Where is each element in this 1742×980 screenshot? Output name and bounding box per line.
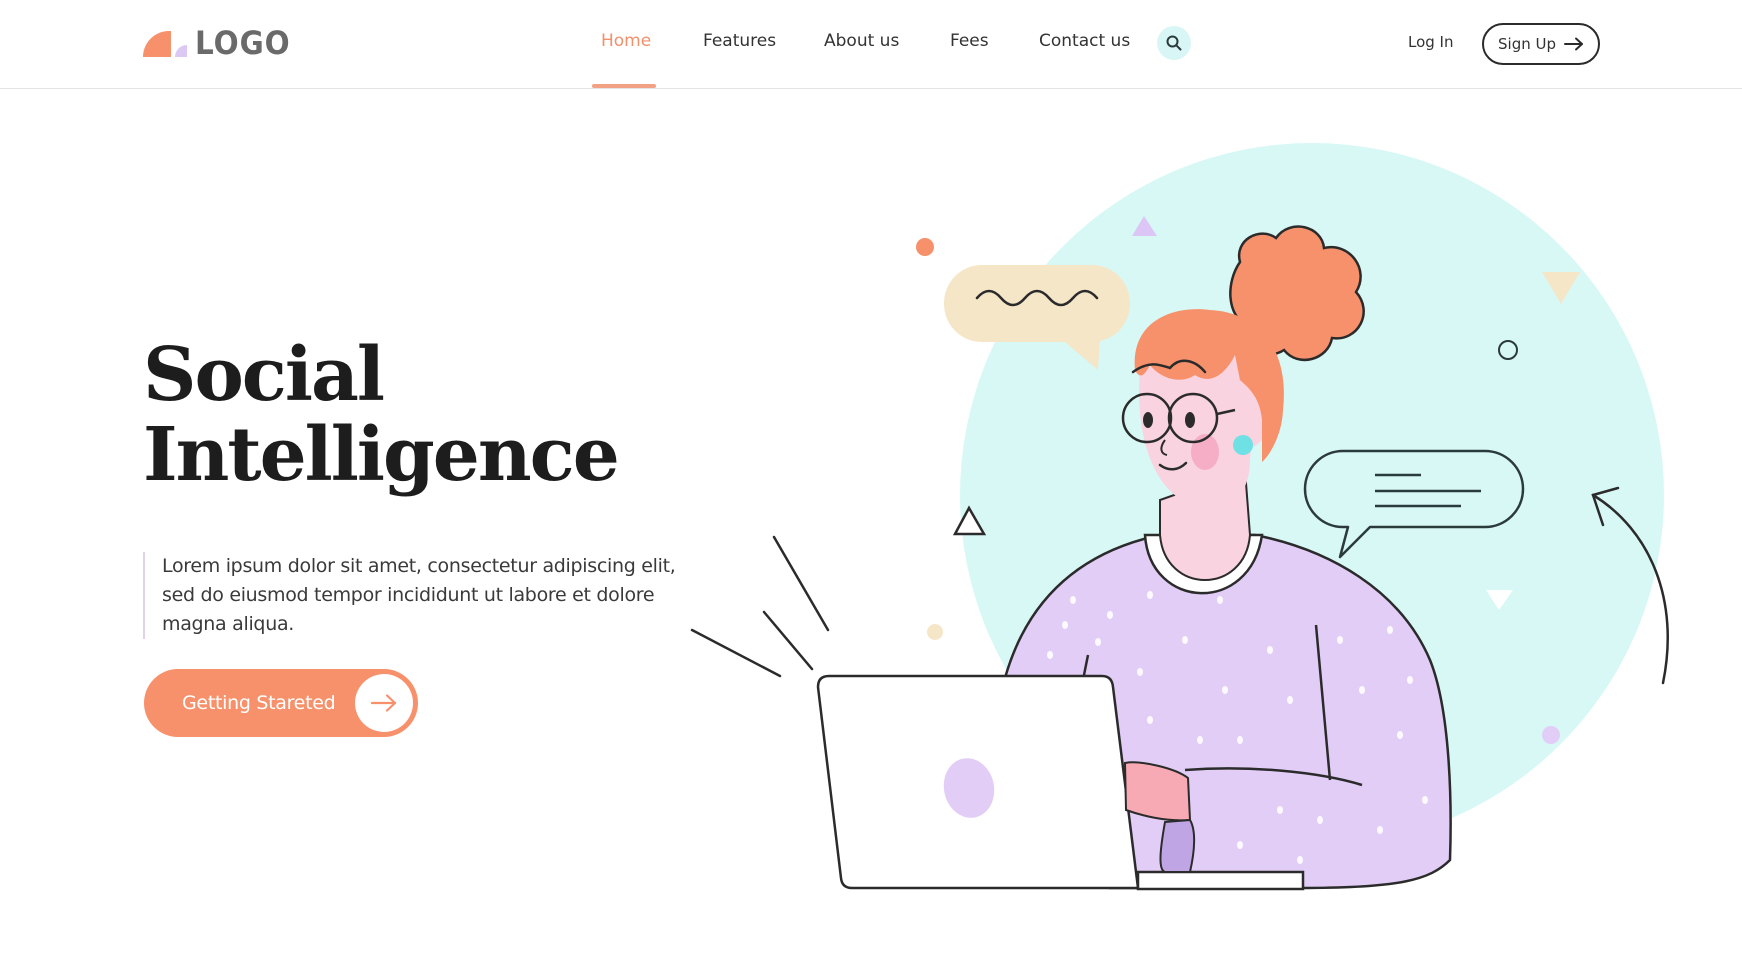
- arrow-right-icon: [370, 694, 397, 712]
- sweater: [1003, 533, 1452, 890]
- hero-description: Lorem ipsum dolor sit amet, consectetur …: [143, 552, 702, 639]
- cta-arrow-circle: [355, 674, 413, 732]
- neck: [1159, 468, 1252, 581]
- cta-label: Getting Stareted: [182, 692, 336, 714]
- signup-button[interactable]: Sign Up: [1482, 23, 1600, 65]
- nav-about-us[interactable]: About us: [824, 31, 899, 51]
- logo[interactable]: LOGO: [143, 24, 299, 62]
- hero-title: Social Intelligence: [143, 332, 620, 498]
- speech-bubble-wavy: [944, 265, 1130, 370]
- hand: [1123, 761, 1192, 822]
- decor-dot-lavender: [1542, 726, 1560, 744]
- sweater-dots: [1047, 591, 1428, 864]
- speech-bubble-lines: [1303, 449, 1525, 559]
- decor-triangle-lavender: [1132, 216, 1157, 236]
- laptop-logo: [943, 758, 995, 818]
- hair-bun: [1229, 225, 1365, 362]
- laptop: [816, 674, 1305, 891]
- logo-mark-icon: [143, 27, 187, 59]
- glasses: [1121, 392, 1236, 444]
- background-circle: [960, 143, 1664, 847]
- decor-triangle-outline: [952, 505, 987, 536]
- signup-label: Sign Up: [1498, 35, 1556, 53]
- hair-front: [1134, 309, 1284, 462]
- login-link[interactable]: Log In: [1408, 33, 1454, 51]
- cuff: [1159, 818, 1196, 873]
- hero-title-line-1: Social: [143, 332, 385, 418]
- nav-features[interactable]: Features: [703, 31, 776, 51]
- smile: [1158, 461, 1188, 471]
- hero-title-line-2: Intelligence: [143, 412, 620, 498]
- nav-contact-us[interactable]: Contact us: [1039, 31, 1130, 51]
- arrow-right-icon: [1564, 37, 1583, 51]
- nav-home[interactable]: Home: [601, 31, 651, 51]
- decor-triangle-cream: [1542, 272, 1580, 304]
- decor-dot-orange: [916, 238, 934, 256]
- search-icon: [1166, 35, 1182, 51]
- logo-text: LOGO: [195, 24, 291, 62]
- decor-ring: [1498, 340, 1518, 360]
- active-tab-indicator: [592, 84, 656, 88]
- search-button[interactable]: [1157, 26, 1191, 60]
- getting-started-button[interactable]: Getting Stareted: [144, 669, 418, 737]
- collar: [1143, 533, 1264, 595]
- nav-fees[interactable]: Fees: [950, 31, 989, 51]
- curved-arrow: [1591, 486, 1669, 685]
- site-header: LOGO Home Features About us Fees Contact…: [0, 0, 1742, 89]
- motion-lines: [690, 535, 830, 678]
- decor-dot-cream: [927, 624, 943, 640]
- decor-triangle-white: [1486, 590, 1513, 610]
- ear: [1224, 396, 1268, 448]
- earring: [1233, 435, 1253, 455]
- face: [1139, 345, 1255, 509]
